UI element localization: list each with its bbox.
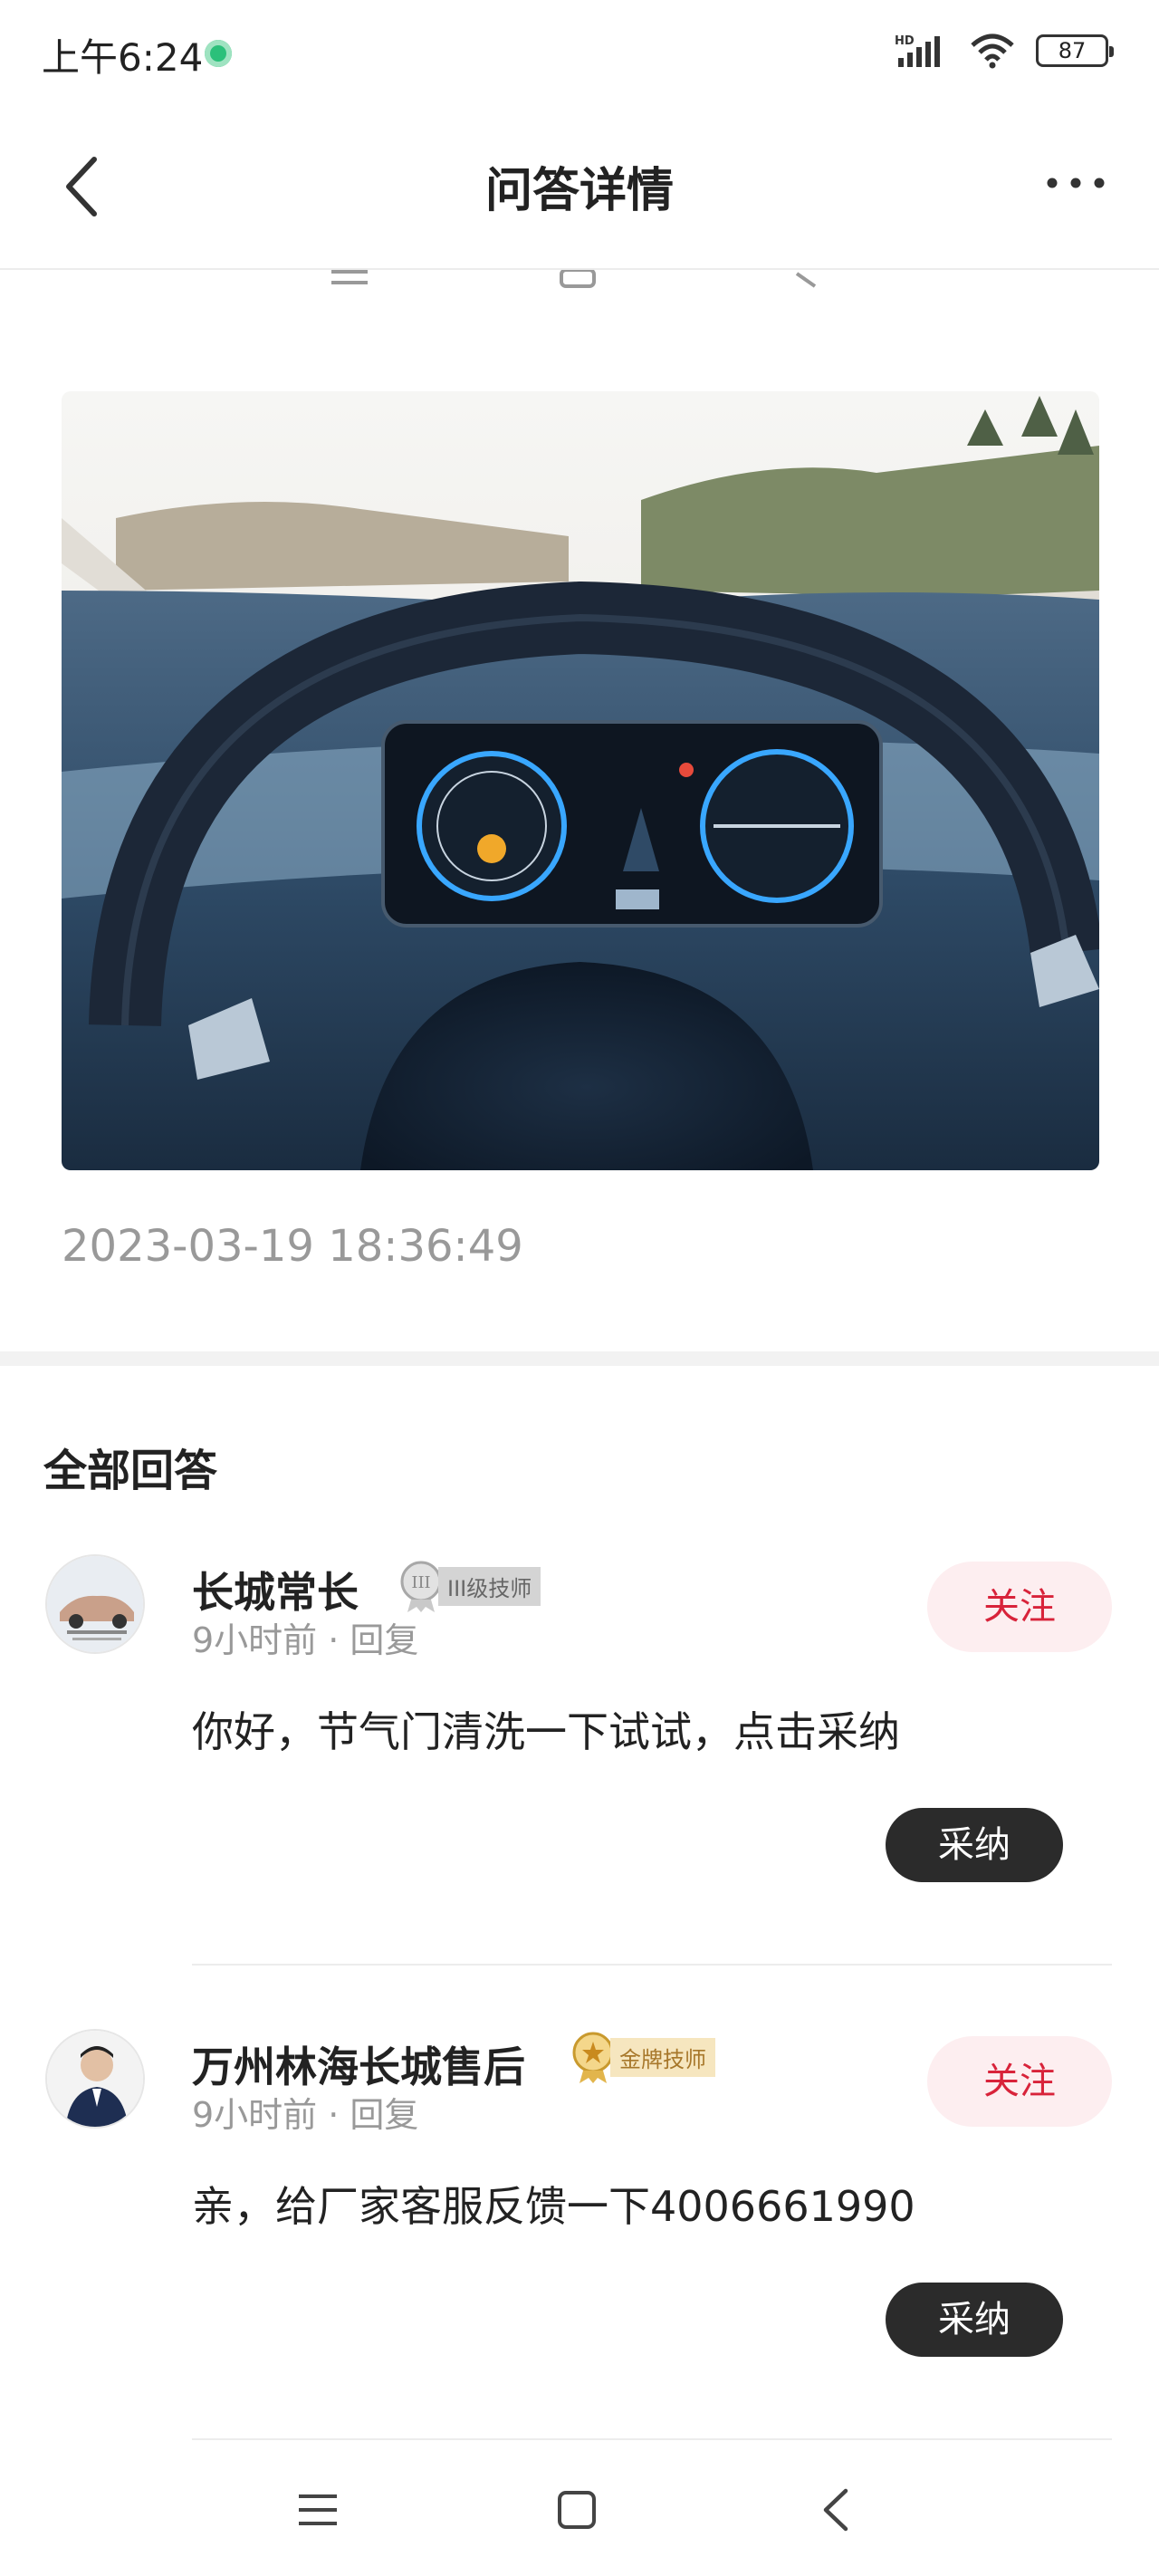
system-nav-bar: [0, 2446, 1159, 2576]
back-icon[interactable]: [815, 2487, 857, 2533]
wifi-icon: [971, 34, 1014, 69]
status-time: 上午6:24: [42, 35, 204, 80]
gold-medal-icon: [572, 2032, 614, 2083]
status-icons: HD 87: [895, 33, 1114, 69]
more-dots-icon[interactable]: [1039, 165, 1112, 201]
follow-button[interactable]: 关注: [927, 1562, 1112, 1652]
question-timestamp: 2023-03-19 18:36:49: [62, 1221, 523, 1272]
answerer-name[interactable]: 万州林海长城售后: [192, 2034, 525, 2094]
badge-label: 金牌技师: [610, 2037, 715, 2077]
answer-meta[interactable]: 9小时前 · 回复: [192, 2087, 418, 2137]
medal-icon: III: [400, 1561, 442, 1612]
status-bar: 上午6:24 HD 87: [0, 0, 1159, 105]
answer-content: 亲，给厂家客服反馈一下4006661990: [192, 2182, 915, 2231]
activity-indicator-icon: [205, 40, 232, 67]
follow-button[interactable]: 关注: [927, 2036, 1112, 2127]
menu-icon[interactable]: [297, 2489, 339, 2531]
question-photo[interactable]: [62, 391, 1099, 1170]
level-badge: 金牌技师: [570, 2032, 715, 2083]
badge-label: III级技师: [438, 1566, 541, 1606]
level-badge: III III级技师: [398, 1561, 541, 1612]
battery-level: 87: [1058, 38, 1087, 63]
home-icon[interactable]: [556, 2489, 598, 2531]
nav-bar: 问答详情: [0, 105, 1159, 270]
signal-icon: HD: [895, 34, 940, 67]
answer-content: 你好，节气门清洗一下试试，点击采纳: [192, 1707, 900, 1756]
answer-divider: [192, 2438, 1112, 2440]
avatar[interactable]: [45, 1554, 145, 1654]
accept-button[interactable]: 采纳: [886, 2283, 1063, 2357]
overlay-nav-ghost: [0, 270, 1159, 292]
avatar[interactable]: [45, 2029, 145, 2129]
page-title: 问答详情: [484, 164, 674, 218]
svg-text:III: III: [411, 1573, 430, 1592]
answer-divider: [192, 1964, 1112, 1966]
answerer-name[interactable]: 长城常长: [192, 1560, 359, 1620]
answer-meta[interactable]: 9小时前 · 回复: [192, 1612, 418, 1662]
section-divider: [0, 1351, 1159, 1366]
svg-text:HD: HD: [895, 34, 915, 48]
accept-button[interactable]: 采纳: [886, 1808, 1063, 1882]
answers-section-title: 全部回答: [43, 1446, 218, 1496]
battery-icon: 87: [1036, 34, 1114, 67]
